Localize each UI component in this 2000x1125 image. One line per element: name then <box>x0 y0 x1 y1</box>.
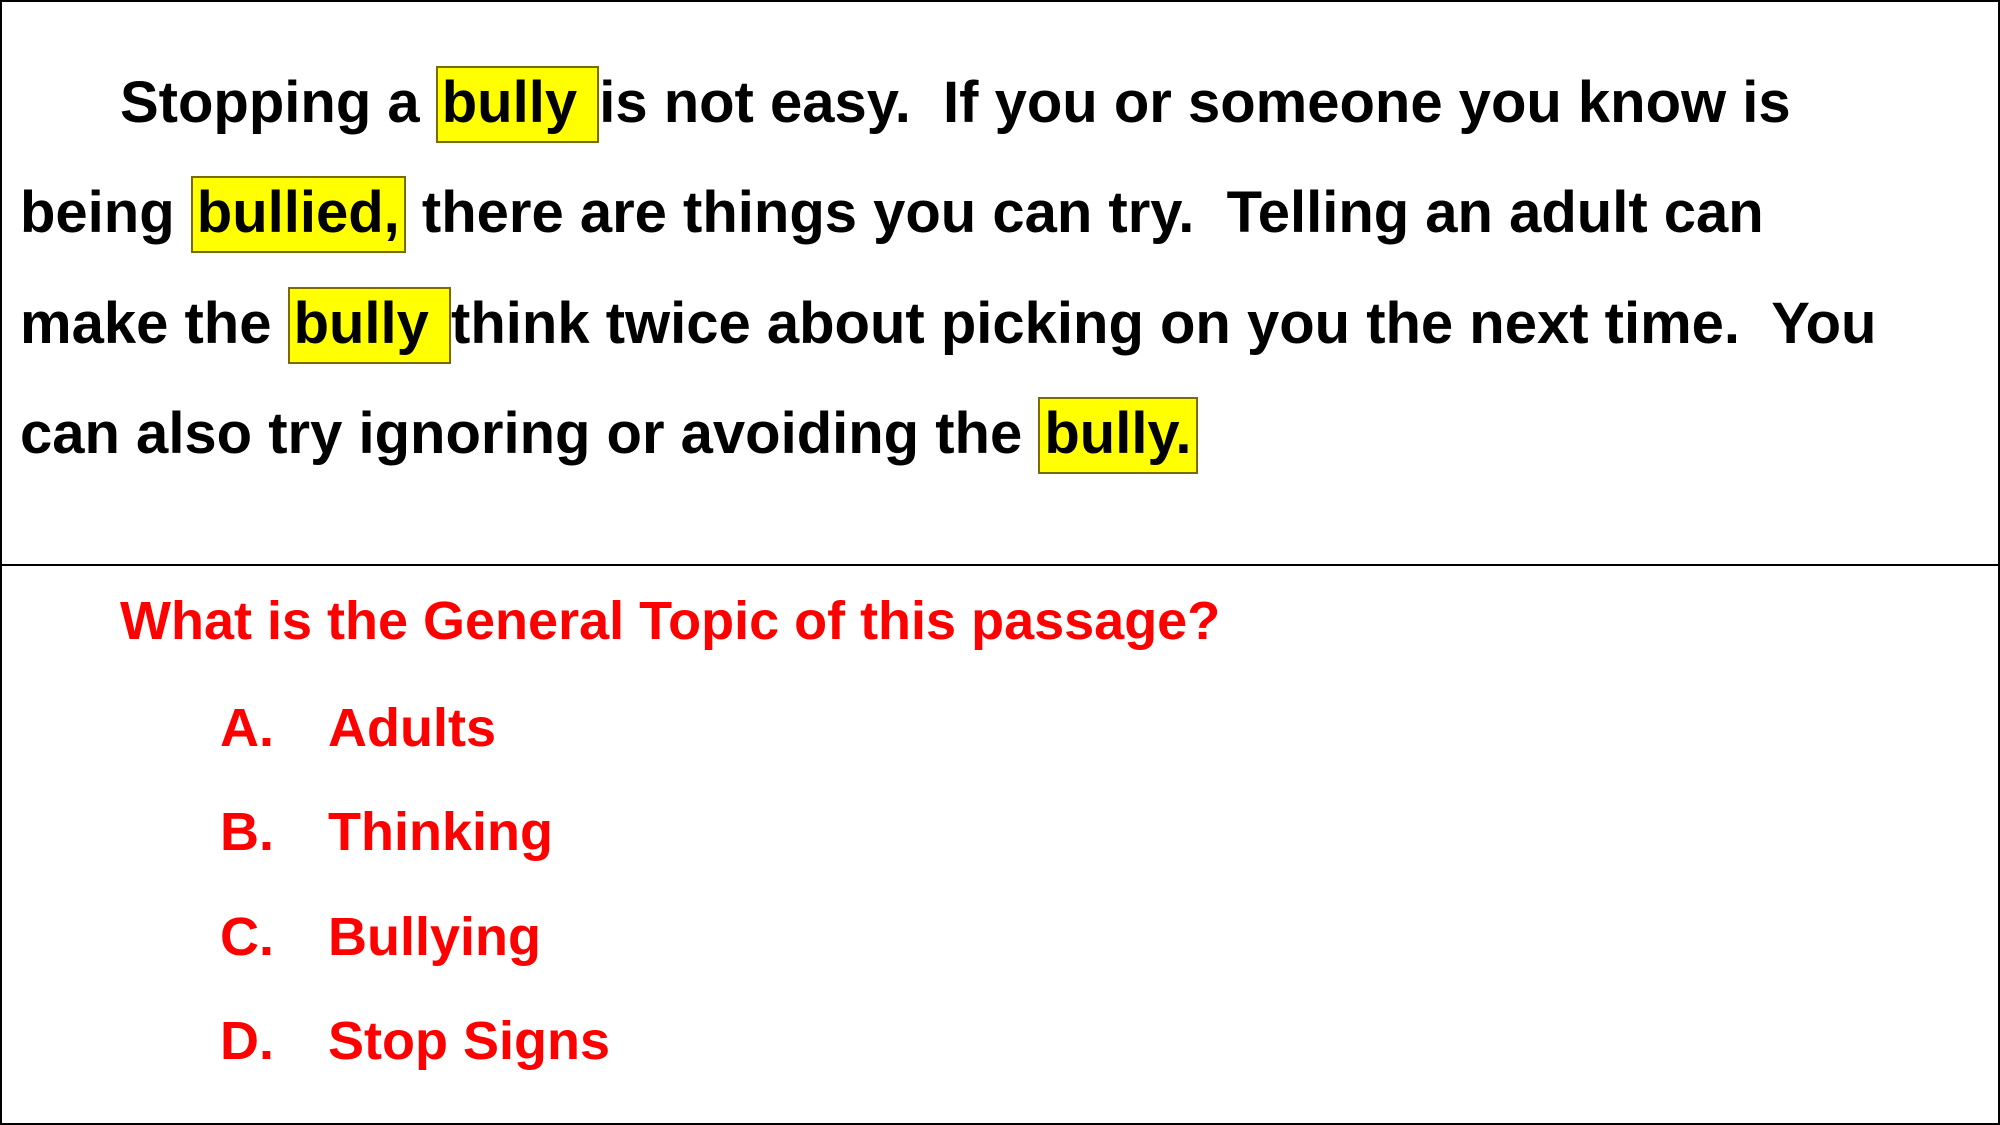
passage-box: Stopping a bully is not easy. If you or … <box>2 2 1998 566</box>
answer-option-a[interactable]: A. Adults <box>220 701 496 755</box>
passage-line-3: make the bully think twice about picking… <box>20 287 1876 364</box>
passage-text: is not easy. If you or someone you know … <box>599 70 1791 135</box>
option-text: Adults <box>328 698 496 758</box>
option-text: Bullying <box>328 907 541 967</box>
passage-text: make the <box>20 291 288 356</box>
passage-text: there are things you can try. Telling an… <box>405 180 1764 245</box>
passage-text: can also try ignoring or avoiding the <box>20 401 1039 466</box>
option-letter: A. <box>220 698 274 758</box>
slide: Stopping a bully is not easy. If you or … <box>0 0 2000 1125</box>
passage-text: think twice about picking on you the nex… <box>451 291 1877 356</box>
option-letter: D. <box>220 1011 274 1071</box>
answer-option-d[interactable]: D. Stop Signs <box>220 1014 610 1068</box>
passage-line-1: Stopping a bully is not easy. If you or … <box>120 66 1791 143</box>
option-letter: C. <box>220 907 274 967</box>
option-text: Thinking <box>328 802 553 862</box>
passage-line-2: being bullied, there are things you can … <box>20 176 1764 253</box>
passage-line-4: can also try ignoring or avoiding the bu… <box>20 397 1198 474</box>
highlighted-word: bully <box>435 66 600 143</box>
passage-text: being <box>20 180 191 245</box>
highlighted-word: bullied, <box>190 176 406 253</box>
highlighted-word: bully <box>287 287 452 364</box>
answer-option-b[interactable]: B. Thinking <box>220 805 553 859</box>
passage-text: Stopping a <box>120 70 436 135</box>
option-text: Stop Signs <box>328 1011 610 1071</box>
question-prompt: What is the General Topic of this passag… <box>120 591 1221 651</box>
answer-option-c[interactable]: C. Bullying <box>220 910 541 964</box>
option-letter: B. <box>220 802 274 862</box>
highlighted-word: bully. <box>1038 397 1198 474</box>
